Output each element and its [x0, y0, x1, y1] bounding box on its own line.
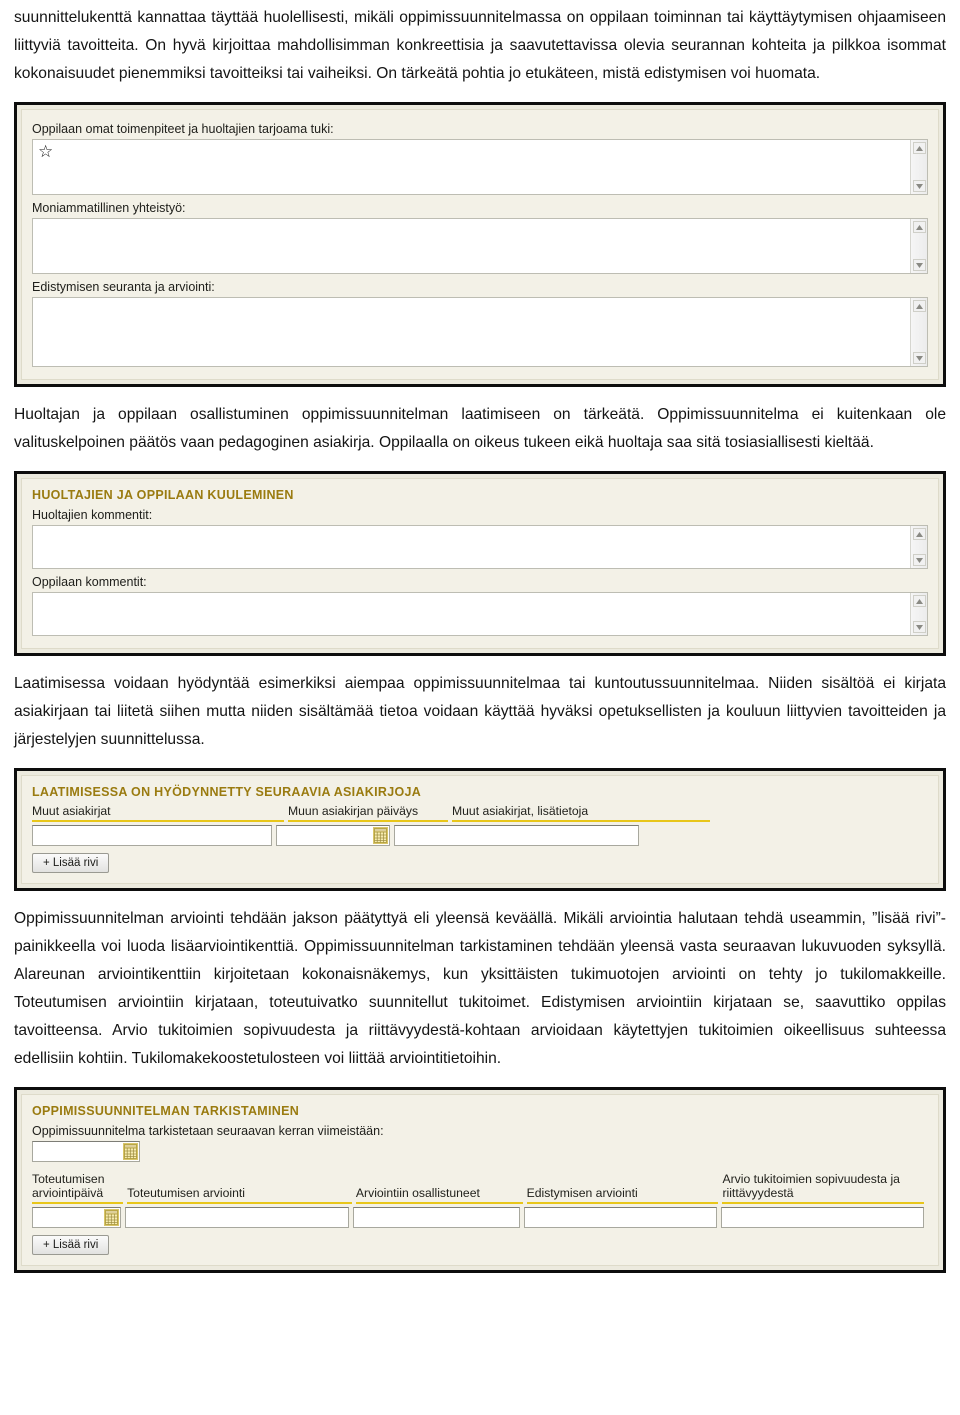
scroll-down-icon[interactable]: [912, 352, 926, 364]
paragraph-assessment: Oppimissuunnitelman arviointi tehdään ja…: [14, 910, 946, 1067]
column-header-document-date: Muun asiakirjan päiväys: [288, 804, 448, 822]
column-header-support-suitability: Arvio tukitoimien sopivuudesta ja riittä…: [722, 1172, 925, 1204]
column-header-participants: Arviointiin osallistuneet: [355, 1186, 523, 1204]
field-label-guardian-comments: Huoltajien kommentit:: [32, 508, 153, 522]
textarea-guardian-comments-body[interactable]: [33, 526, 910, 568]
paragraph-intro: suunnittelukenttä kannattaa täyttää huol…: [14, 9, 946, 82]
add-row-button-plan-review[interactable]: + Lisää rivi: [32, 1235, 110, 1255]
scroll-up-icon[interactable]: [912, 221, 926, 233]
scrollbar-vertical[interactable]: [910, 593, 927, 635]
column-header-row: Muut asiakirjat Muun asiakirjan päiväys …: [32, 804, 928, 822]
section-title-hearing: HUOLTAJIEN JA OPPILAAN KUULEMINEN: [32, 488, 294, 502]
input-other-documents[interactable]: [32, 825, 272, 846]
textarea-progress-monitoring[interactable]: [32, 297, 928, 367]
paragraph-source-documents: Laatimisessa voidaan hyödyntää esimerkik…: [14, 675, 946, 748]
scroll-up-icon[interactable]: [912, 595, 926, 607]
column-header-implementation-date: Toteutumisen arviointipäivä: [32, 1172, 124, 1204]
table-row: [32, 825, 928, 846]
textarea-multiprofessional-body[interactable]: [33, 219, 910, 273]
field-label-student-comments: Oppilaan kommentit:: [32, 575, 147, 589]
textarea-own-measures-body[interactable]: ☆: [33, 140, 910, 194]
field-label-multiprofessional: Moniammatillinen yhteistyö:: [32, 201, 186, 215]
column-header-implementation-assessment: Toteutumisen arviointi: [127, 1186, 352, 1204]
field-label-next-review-date: Oppimissuunnitelma tarkistetaan seuraava…: [32, 1124, 384, 1138]
column-header-progress-assessment: Edistymisen arviointi: [526, 1186, 719, 1204]
input-implementation-assessment[interactable]: [124, 1207, 349, 1228]
input-participants[interactable]: [353, 1207, 521, 1228]
input-additional-info[interactable]: [394, 825, 639, 846]
calendar-icon[interactable]: [373, 827, 388, 844]
textarea-own-measures[interactable]: ☆: [32, 139, 928, 195]
table-row: [32, 1207, 928, 1228]
textarea-guardian-comments[interactable]: [32, 525, 928, 569]
scroll-up-icon[interactable]: [912, 528, 926, 540]
input-implementation-date[interactable]: [32, 1207, 121, 1228]
section-title-source-documents: LAATIMISESSA ON HYÖDYNNETTY SEURAAVIA AS…: [32, 785, 422, 799]
scroll-up-icon[interactable]: [912, 142, 926, 154]
form-panel: LAATIMISESSA ON HYÖDYNNETTY SEURAAVIA AS…: [21, 775, 939, 884]
form-screenshot-source-documents: LAATIMISESSA ON HYÖDYNNETTY SEURAAVIA AS…: [14, 768, 946, 891]
scroll-down-icon[interactable]: [912, 554, 926, 566]
field-label-progress-monitoring: Edistymisen seuranta ja arviointi:: [32, 280, 215, 294]
scroll-down-icon[interactable]: [912, 621, 926, 633]
form-panel: Oppilaan omat toimenpiteet ja huoltajien…: [21, 109, 939, 380]
textarea-student-comments[interactable]: [32, 592, 928, 636]
input-next-review-date[interactable]: [32, 1141, 140, 1162]
scrollbar-vertical[interactable]: [910, 526, 927, 568]
paragraph-guardian-participation: Huoltajan ja oppilaan osallistuminen opp…: [14, 406, 946, 451]
scrollbar-vertical[interactable]: [910, 219, 927, 273]
textarea-progress-monitoring-body[interactable]: [33, 298, 910, 366]
add-row-button-source-documents[interactable]: + Lisää rivi: [32, 853, 110, 873]
form-panel: OPPIMISSUUNNITELMAN TARKISTAMINEN Oppimi…: [21, 1094, 939, 1266]
input-support-suitability[interactable]: [721, 1207, 924, 1228]
form-panel: HUOLTAJIEN JA OPPILAAN KUULEMINEN Huolta…: [21, 478, 939, 649]
form-screenshot-plan-review: OPPIMISSUUNNITELMAN TARKISTAMINEN Oppimi…: [14, 1087, 946, 1273]
field-label-own-measures: Oppilaan omat toimenpiteet ja huoltajien…: [32, 122, 334, 136]
form-screenshot-hearing: HUOLTAJIEN JA OPPILAAN KUULEMINEN Huolta…: [14, 471, 946, 656]
column-header-additional-info: Muut asiakirjat, lisätietoja: [452, 804, 710, 822]
scrollbar-vertical[interactable]: [910, 298, 927, 366]
document-page: suunnittelukenttä kannattaa täyttää huol…: [0, 0, 960, 1273]
scroll-up-icon[interactable]: [912, 300, 926, 312]
scroll-down-icon[interactable]: [912, 180, 926, 192]
calendar-icon[interactable]: [123, 1143, 138, 1160]
star-outline-icon: ☆: [38, 142, 54, 161]
input-document-date[interactable]: [276, 825, 390, 846]
column-header-row: Toteutumisen arviointipäivä Toteutumisen…: [32, 1172, 928, 1204]
section-title-plan-review: OPPIMISSUUNNITELMAN TARKISTAMINEN: [32, 1104, 300, 1118]
textarea-student-comments-body[interactable]: [33, 593, 910, 635]
input-progress-assessment[interactable]: [524, 1207, 718, 1228]
scroll-down-icon[interactable]: [912, 259, 926, 271]
form-screenshot-learning-plan: Oppilaan omat toimenpiteet ja huoltajien…: [14, 102, 946, 387]
textarea-multiprofessional[interactable]: [32, 218, 928, 274]
scrollbar-vertical[interactable]: [910, 140, 927, 194]
calendar-icon[interactable]: [103, 1209, 119, 1226]
column-header-other-documents: Muut asiakirjat: [32, 804, 284, 822]
